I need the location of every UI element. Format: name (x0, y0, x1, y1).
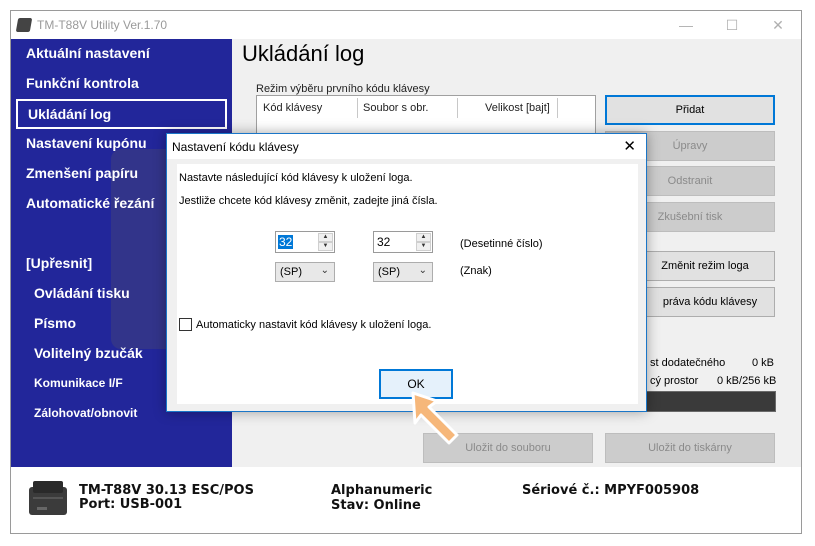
key-code-1-stepper[interactable]: 32 ▲ ▼ (275, 231, 335, 253)
printer-state: Stav: Online (331, 498, 421, 513)
window-title: TM-T88V Utility Ver.1.70 (37, 18, 168, 32)
key-code-2-value[interactable]: 32 (376, 235, 391, 249)
mode-label: Režim výběru prvního kódu klávesy (256, 83, 430, 95)
stepper-down-icon[interactable]: ▼ (416, 242, 431, 251)
key-code-1-value[interactable]: 32 (278, 235, 294, 249)
decimal-label: (Desetinné číslo) (460, 238, 543, 250)
free-space-label: cý prostor (650, 375, 699, 387)
pointer-arrow-icon (411, 391, 459, 445)
serial-number: Sériové č.: MPYF005908 (522, 483, 700, 498)
char-2-value: (SP) (378, 266, 400, 278)
column-divider (557, 98, 558, 118)
title-bar: TM-T88V Utility Ver.1.70 — ☐ ✕ (11, 11, 801, 39)
chevron-down-icon: ⌄ (418, 265, 427, 276)
printer-model: TM-T88V 30.13 ESC/POS (79, 483, 254, 498)
char-label: (Znak) (460, 265, 492, 277)
key-code-2-stepper[interactable]: 32 ▲ ▼ (373, 231, 433, 253)
close-icon[interactable]: ✕ (755, 11, 801, 39)
stepper-up-icon[interactable]: ▲ (318, 233, 333, 242)
printer-app-icon (15, 18, 33, 32)
page-title: Ukládání log (242, 41, 365, 66)
dialog-instruction-2: Jestliže chcete kód klávesy změnit, zade… (179, 195, 438, 207)
printer-icon (29, 481, 67, 515)
save-to-printer-button[interactable]: Uložit do tiskárny (605, 433, 775, 463)
storage-progress-bar (646, 391, 776, 412)
extra-storage-value: 0 kB (752, 357, 775, 369)
printer-port: Port: USB-001 (79, 497, 183, 512)
col-key-code[interactable]: Kód klávesy (263, 102, 322, 114)
stepper-down-icon[interactable]: ▼ (318, 242, 333, 251)
col-size[interactable]: Velikost [bajt] (485, 102, 550, 114)
minimize-icon[interactable]: — (663, 11, 709, 39)
extra-storage-label: st dodatečného (650, 357, 726, 369)
char-1-value: (SP) (280, 266, 302, 278)
printer-mode: Alphanumeric (331, 483, 433, 498)
auto-key-code-label[interactable]: Automaticky nastavit kód klávesy k ulože… (196, 319, 431, 331)
free-space-value: 0 kB/256 kB (717, 375, 777, 387)
col-image-file[interactable]: Soubor s obr. (363, 102, 428, 114)
key-code-dialog: Nastavení kódu klávesy ✕ Nastavte násled… (166, 133, 647, 412)
sidebar-item-function-check[interactable]: Funkční kontrola (16, 69, 226, 97)
dialog-close-icon[interactable]: ✕ (623, 137, 636, 155)
dialog-title-bar: Nastavení kódu klávesy ✕ (167, 134, 646, 159)
sidebar-item-logo-storage[interactable]: Ukládání log (16, 99, 227, 129)
status-bar: TM-T88V 30.13 ESC/POS Port: USB-001 Alph… (11, 467, 801, 533)
dialog-instruction-1: Nastavte následující kód klávesy k ulože… (179, 172, 413, 184)
column-divider (357, 98, 358, 118)
dialog-body: Nastavte následující kód klávesy k ulože… (177, 164, 638, 404)
stepper-up-icon[interactable]: ▲ (416, 233, 431, 242)
chevron-down-icon: ⌄ (320, 265, 329, 276)
column-divider (457, 98, 458, 118)
char-1-select[interactable]: (SP) ⌄ (275, 262, 335, 282)
sidebar-item-current-settings[interactable]: Aktuální nastavení (16, 39, 226, 67)
auto-key-code-checkbox[interactable] (179, 318, 192, 331)
dialog-title: Nastavení kódu klávesy (172, 139, 299, 154)
char-2-select[interactable]: (SP) ⌄ (373, 262, 433, 282)
maximize-icon[interactable]: ☐ (709, 11, 755, 39)
add-button[interactable]: Přidat (605, 95, 775, 125)
